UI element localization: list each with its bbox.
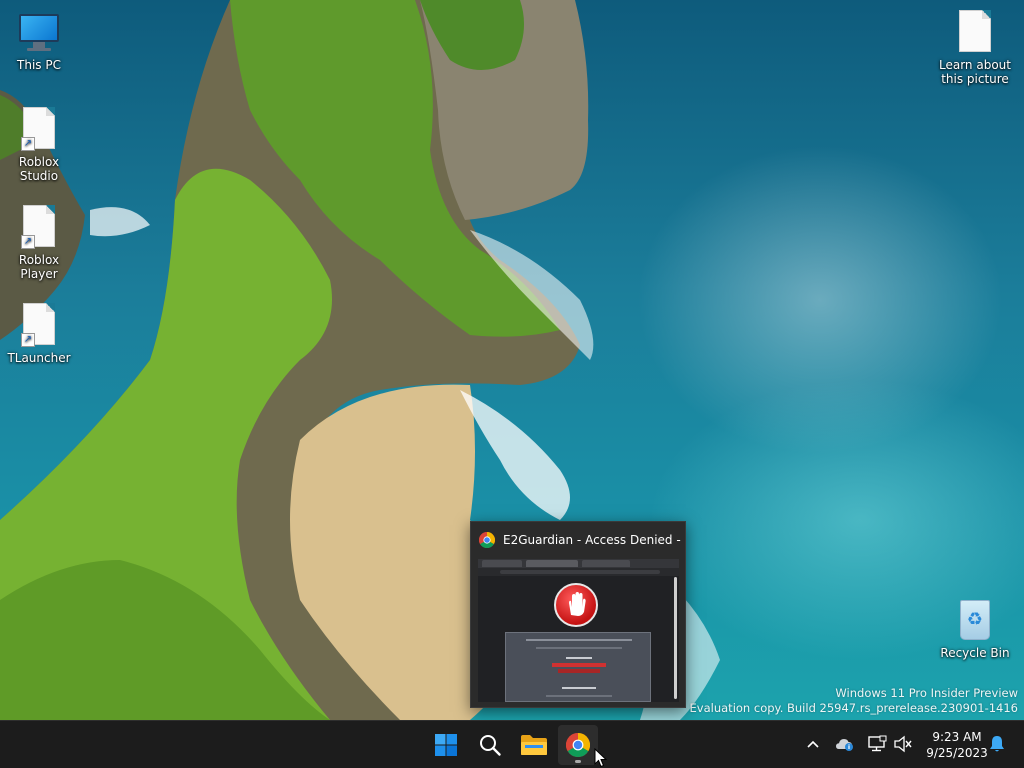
taskbar-clock[interactable]: 9:23 AM 9/25/2023 (920, 729, 994, 761)
file-explorer-icon (521, 735, 547, 755)
bell-icon (990, 736, 1004, 752)
chrome-taskbar-button[interactable] (558, 725, 598, 765)
taskbar: 9:23 AM 9/25/2023 (0, 720, 1024, 768)
desktop-icon-label: Roblox Player (18, 253, 60, 281)
desktop-icon-label: Learn about this picture (939, 58, 1011, 86)
desktop-icon-label: TLauncher (7, 351, 71, 365)
search-button[interactable] (470, 725, 510, 765)
chevron-up-icon (807, 740, 819, 748)
start-button[interactable] (426, 725, 466, 765)
chrome-icon (566, 733, 590, 757)
desktop-icon-recycle-bin[interactable]: ♻ Recycle Bin (935, 598, 1015, 660)
chrome-icon (479, 532, 495, 548)
windows-logo-icon (435, 734, 457, 756)
document-icon (951, 10, 999, 56)
tlauncher-shortcut-icon: ↗ (15, 303, 63, 349)
roblox-player-shortcut-icon: ↗ (15, 205, 63, 251)
desktop-icon-this-pc[interactable]: This PC (0, 10, 79, 72)
mini-access-denied-panel (505, 632, 651, 702)
chrome-window-thumbnail-preview[interactable]: E2Guardian - Access Denied - G... (470, 521, 686, 708)
desktop-icon-tlauncher[interactable]: ↗ TLauncher (0, 303, 79, 365)
search-icon (480, 735, 501, 756)
recycle-bin-icon: ♻ (951, 598, 999, 644)
stop-hand-icon (554, 583, 598, 627)
watermark-edition: Windows 11 Pro Insider Preview (835, 686, 1018, 700)
onedrive-cloud-icon (836, 739, 853, 751)
desktop-icon-label: Roblox Studio (18, 155, 60, 183)
notifications-button[interactable] (986, 733, 1008, 755)
network-tray-button[interactable] (866, 733, 888, 755)
preview-window-title: E2Guardian - Access Denied - G... (503, 533, 683, 547)
roblox-studio-shortcut-icon: ↗ (15, 107, 63, 153)
onedrive-tray-button[interactable] (834, 733, 856, 755)
mouse-cursor-icon (594, 748, 608, 768)
desktop-icon-label: This PC (17, 58, 61, 72)
file-explorer-button[interactable] (514, 725, 554, 765)
volume-tray-button[interactable] (892, 733, 914, 755)
preview-page-snapshot (478, 559, 679, 702)
show-hidden-icons-button[interactable] (802, 733, 824, 755)
running-indicator (575, 760, 581, 763)
this-pc-icon (15, 10, 63, 56)
clock-time: 9:23 AM (932, 730, 982, 744)
desktop-icon-roblox-studio[interactable]: ↗ Roblox Studio (0, 107, 79, 183)
preview-header: E2Guardian - Access Denied - G... (471, 522, 685, 558)
network-icon (868, 735, 887, 752)
mini-scrollbar (674, 577, 677, 699)
clock-date: 9/25/2023 (926, 746, 988, 760)
watermark-build: Evaluation copy. Build 25947.rs_prerelea… (689, 701, 1018, 715)
desktop-icon-roblox-player[interactable]: ↗ Roblox Player (0, 205, 79, 281)
desktop-icon-label: Recycle Bin (940, 646, 1010, 660)
windows-evaluation-watermark: Windows 11 Pro Insider Preview Evaluatio… (690, 686, 1018, 716)
volume-muted-icon (894, 735, 912, 753)
desktop-icon-learn-about-this-picture[interactable]: Learn about this picture (935, 10, 1015, 86)
